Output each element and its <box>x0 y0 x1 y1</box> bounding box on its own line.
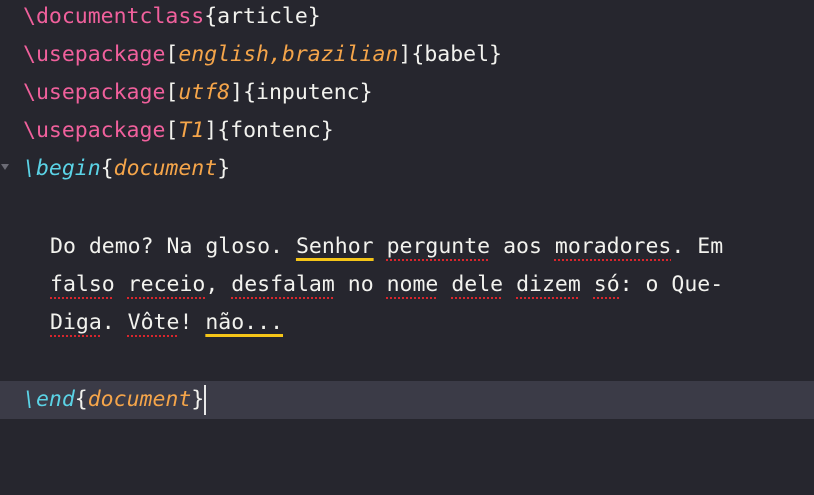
environment-name: document <box>87 387 192 412</box>
code-editor[interactable]: \documentclass{article} \usepackage[engl… <box>0 0 814 425</box>
latex-command: \documentclass <box>23 4 205 29</box>
fold-arrow-icon[interactable] <box>1 164 9 170</box>
spelling-flag[interactable]: receio <box>128 272 206 297</box>
latex-option: utf8 <box>178 80 231 105</box>
latex-option: T1 <box>178 118 205 143</box>
text-cursor <box>204 385 207 415</box>
spelling-flag[interactable]: Diga <box>50 310 102 335</box>
body-text-line-2: falso receio, desfalam no nome dele dize… <box>50 272 724 297</box>
latex-command: \usepackage <box>23 80 166 105</box>
latex-command: \usepackage <box>23 42 166 67</box>
body-text-line-3: Diga. Vôte! não... <box>50 310 284 335</box>
latex-command: \usepackage <box>23 118 166 143</box>
spelling-flag[interactable]: nome <box>387 272 439 297</box>
spelling-flag[interactable]: Vôte <box>128 310 180 335</box>
spelling-flag[interactable]: dizem <box>516 272 581 297</box>
environment-name: document <box>113 156 218 181</box>
code-line-documentclass: \documentclass{article} <box>23 4 321 29</box>
spelling-flag[interactable]: falso <box>50 272 115 297</box>
latex-command: \begin <box>23 156 101 181</box>
code-line-end-current[interactable]: \end{document} <box>0 381 814 419</box>
code-line-begin: \begin{document} <box>0 150 814 188</box>
latex-option: english,brazilian <box>178 42 399 67</box>
spelling-flag[interactable]: pergunte <box>387 234 491 259</box>
latex-argument: inputenc <box>256 80 360 105</box>
spelling-flag[interactable]: moradores <box>555 234 672 259</box>
code-line-fontenc: \usepackage[T1]{fontenc} <box>23 118 334 143</box>
latex-argument: article <box>217 4 308 29</box>
latex-argument: fontenc <box>230 118 321 143</box>
spelling-flag[interactable]: dele <box>451 272 503 297</box>
grammar-flag[interactable]: Senhor <box>296 234 374 259</box>
spelling-flag[interactable]: só <box>594 272 620 297</box>
latex-command: \end <box>23 387 75 412</box>
grammar-flag[interactable]: não... <box>205 310 283 335</box>
spelling-flag[interactable]: desfalam <box>231 272 335 297</box>
body-text-line-1: Do demo? Na gloso. Senhor pergunte aos m… <box>50 234 724 259</box>
latex-argument: babel <box>424 42 490 67</box>
code-line-babel: \usepackage[english,brazilian]{babel} <box>23 42 502 67</box>
code-line-inputenc: \usepackage[utf8]{inputenc} <box>23 80 373 105</box>
